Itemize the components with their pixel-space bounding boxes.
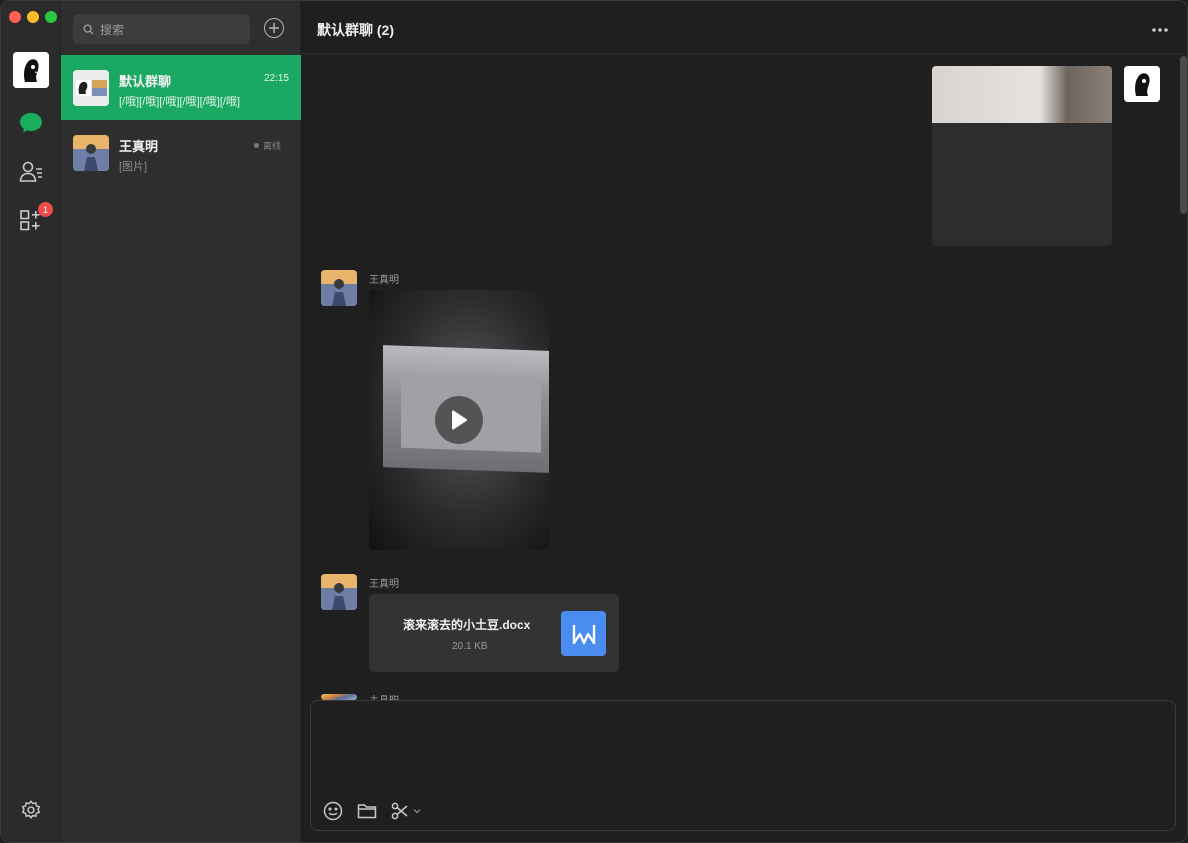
file-size: 20.1 KB bbox=[452, 641, 488, 652]
status-badge: 离线 bbox=[253, 139, 281, 152]
file-name: 滚来滚去的小土豆.docx bbox=[403, 618, 531, 632]
user-avatar[interactable] bbox=[13, 52, 49, 88]
contact-avatar bbox=[73, 135, 109, 171]
plus-icon bbox=[269, 23, 279, 33]
image-message[interactable] bbox=[932, 66, 1112, 246]
chat-panel: 默认群聊 (2) 王真明 王真明 滚来滚去的小土豆.docx 20.1 KB bbox=[301, 1, 1187, 842]
contacts-icon[interactable] bbox=[17, 158, 45, 186]
zoom-window-button[interactable] bbox=[45, 11, 57, 23]
emoji-button[interactable] bbox=[323, 801, 343, 821]
sender-avatar[interactable] bbox=[321, 574, 357, 610]
self-avatar[interactable] bbox=[1124, 66, 1160, 102]
minimize-window-button[interactable] bbox=[27, 11, 39, 23]
messages-scrollbar[interactable] bbox=[1180, 56, 1187, 214]
play-button[interactable] bbox=[435, 396, 483, 444]
folder-icon bbox=[357, 804, 377, 819]
scissors-icon bbox=[391, 802, 408, 820]
sender-avatar[interactable] bbox=[321, 270, 357, 306]
emoji-icon bbox=[323, 801, 343, 821]
conversation-item-default-group[interactable]: 默认群聊 22:15 [/哦][/哦][/哦][/哦][/哦][/哦] bbox=[61, 55, 301, 120]
conversation-name: 王真明 bbox=[119, 139, 159, 154]
send-file-button[interactable] bbox=[356, 801, 378, 821]
group-avatar bbox=[73, 70, 109, 106]
conversation-item-wang[interactable]: 王真明 离线 [图片] bbox=[61, 120, 301, 185]
file-message[interactable]: 滚来滚去的小土豆.docx 20.1 KB bbox=[369, 594, 619, 672]
chat-header: 默认群聊 (2) bbox=[301, 1, 1187, 54]
chat-title: 默认群聊 (2) bbox=[317, 22, 394, 38]
conversation-name: 默认群聊 bbox=[119, 74, 172, 89]
more-icon bbox=[1152, 28, 1168, 32]
more-options-button[interactable] bbox=[1151, 17, 1169, 38]
conversation-time: 22:15 bbox=[263, 73, 289, 84]
conversation-preview: [/哦][/哦][/哦][/哦][/哦][/哦] bbox=[119, 96, 241, 108]
chat-icon[interactable] bbox=[17, 109, 45, 137]
settings-icon[interactable] bbox=[17, 796, 45, 824]
offline-dot bbox=[253, 143, 259, 148]
conversation-preview: [图片] bbox=[119, 161, 148, 173]
app-window: 1 搜索 默认群聊 22:15 [/哦][/哦][/哦][/哦][/哦][/哦]… bbox=[0, 0, 1188, 843]
search-placeholder: 搜索 bbox=[100, 22, 125, 37]
screenshot-button[interactable] bbox=[389, 801, 423, 821]
add-chat-button[interactable] bbox=[264, 18, 284, 38]
sender-name: 王真明 bbox=[369, 579, 399, 590]
chevron-down-icon[interactable] bbox=[413, 808, 421, 814]
sender-name: 王真明 bbox=[369, 275, 399, 286]
apps-badge: 1 bbox=[38, 202, 53, 217]
video-message[interactable] bbox=[369, 290, 549, 550]
search-icon bbox=[83, 23, 94, 35]
close-window-button[interactable] bbox=[9, 11, 21, 23]
play-icon bbox=[452, 410, 467, 430]
message-input[interactable] bbox=[310, 700, 1176, 831]
image-thumbnail bbox=[932, 66, 1112, 123]
conversation-list: 搜索 默认群聊 22:15 [/哦][/哦][/哦][/哦][/哦][/哦] 王… bbox=[61, 1, 301, 842]
icon-rail: 1 bbox=[1, 1, 61, 842]
status-text: 离线 bbox=[262, 141, 281, 151]
word-document-icon bbox=[561, 611, 606, 656]
search-input[interactable]: 搜索 bbox=[73, 14, 250, 44]
